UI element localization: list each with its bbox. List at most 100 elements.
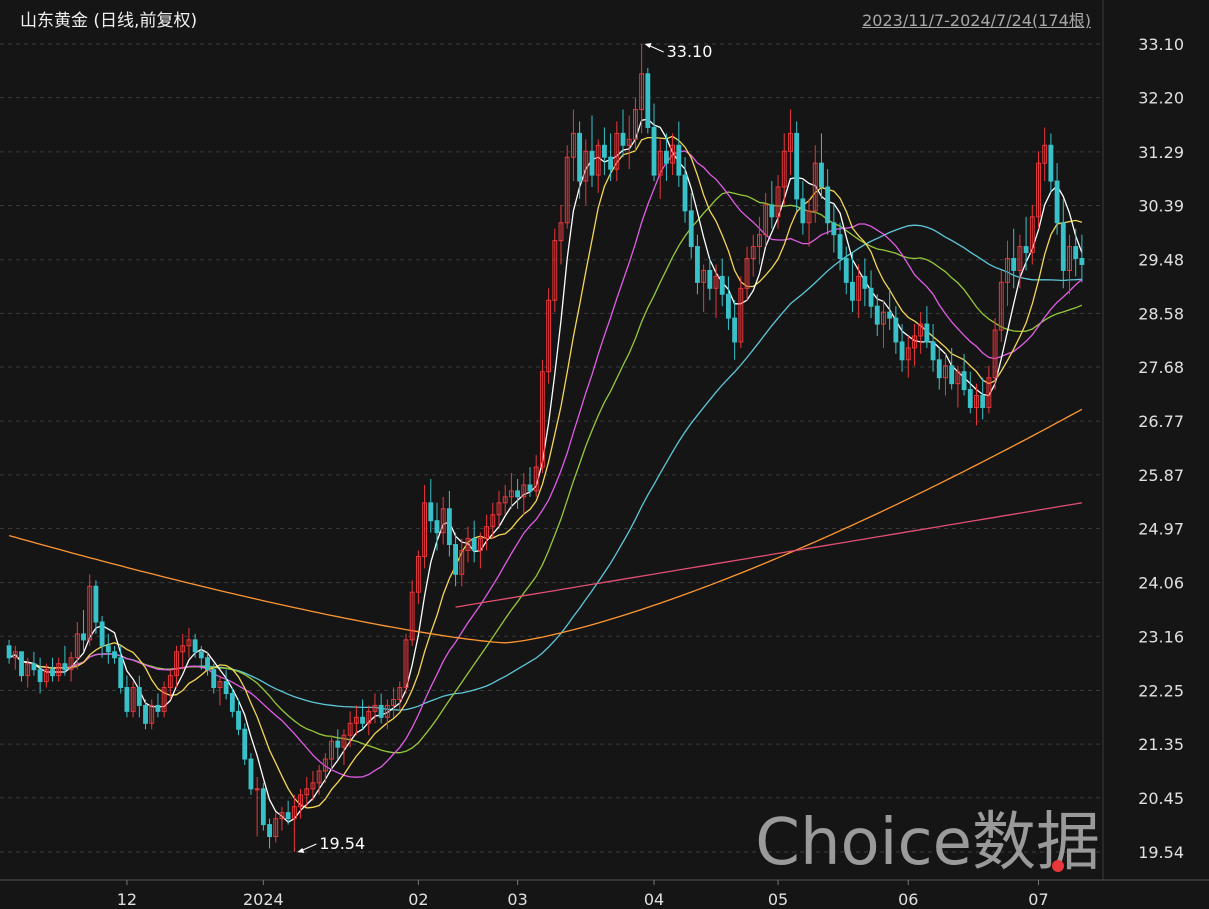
candle[interactable] (868, 270, 874, 319)
candle[interactable] (744, 246, 750, 301)
candle[interactable] (1048, 133, 1054, 193)
candle[interactable] (738, 276, 744, 348)
candle[interactable] (769, 181, 775, 229)
candle[interactable] (37, 657, 43, 694)
candle[interactable] (967, 371, 973, 414)
candle[interactable] (961, 353, 967, 396)
candle[interactable] (595, 139, 601, 193)
candle[interactable] (763, 192, 769, 247)
candle[interactable] (1042, 127, 1048, 182)
candle[interactable] (695, 234, 700, 295)
candle[interactable] (887, 288, 893, 331)
candle[interactable] (242, 723, 248, 766)
candle[interactable] (124, 675, 130, 718)
candle[interactable] (881, 300, 886, 348)
candle[interactable] (273, 812, 279, 843)
candle[interactable] (254, 776, 260, 837)
candle[interactable] (428, 478, 434, 533)
candle[interactable] (31, 651, 37, 676)
candle[interactable] (353, 705, 359, 736)
candle[interactable] (701, 264, 707, 313)
candle[interactable] (99, 616, 105, 658)
candle[interactable] (905, 335, 911, 378)
candle[interactable] (453, 532, 459, 587)
candle[interactable] (130, 681, 136, 718)
candle[interactable] (341, 729, 347, 766)
candle[interactable] (118, 645, 124, 694)
candle[interactable] (415, 550, 421, 605)
candle[interactable] (471, 520, 477, 563)
candle[interactable] (645, 67, 651, 134)
candle[interactable] (329, 735, 334, 771)
candle[interactable] (459, 538, 465, 587)
candle[interactable] (825, 169, 831, 235)
candle[interactable] (397, 681, 403, 712)
candle[interactable] (546, 288, 552, 384)
candle[interactable] (279, 806, 285, 831)
candle[interactable] (800, 181, 806, 235)
candle[interactable] (149, 699, 155, 730)
candle[interactable] (496, 490, 502, 527)
candle[interactable] (837, 222, 843, 271)
candle[interactable] (812, 145, 818, 223)
candle[interactable] (1073, 228, 1079, 277)
candle[interactable] (1079, 234, 1085, 283)
candle[interactable] (267, 818, 272, 849)
candle[interactable] (918, 312, 924, 354)
candle[interactable] (81, 610, 86, 652)
candle[interactable] (1060, 198, 1066, 289)
candle[interactable] (6, 639, 12, 664)
candle[interactable] (688, 192, 694, 259)
candle[interactable] (552, 228, 558, 313)
candle[interactable] (912, 324, 917, 366)
candle[interactable] (998, 270, 1004, 342)
candle[interactable] (484, 514, 490, 551)
candle[interactable] (651, 103, 657, 182)
candle[interactable] (924, 306, 930, 348)
candle[interactable] (899, 324, 905, 372)
candle[interactable] (862, 258, 868, 307)
candle[interactable] (632, 97, 638, 152)
candle[interactable] (260, 782, 266, 831)
candle[interactable] (391, 687, 396, 718)
candle[interactable] (719, 258, 725, 307)
candle[interactable] (831, 204, 837, 253)
candle[interactable] (608, 133, 614, 182)
candle[interactable] (986, 365, 992, 414)
candle[interactable] (601, 127, 607, 176)
candle[interactable] (161, 681, 167, 718)
candle[interactable] (750, 234, 756, 277)
candle[interactable] (56, 657, 62, 682)
candle[interactable] (105, 633, 111, 664)
candle[interactable] (757, 216, 762, 265)
candle[interactable] (384, 699, 390, 730)
candle[interactable] (936, 347, 942, 390)
candle[interactable] (676, 121, 682, 188)
candle[interactable] (223, 669, 229, 700)
candle[interactable] (19, 651, 24, 682)
candle[interactable] (477, 532, 483, 569)
candle[interactable] (570, 109, 576, 182)
candle[interactable] (1029, 204, 1035, 265)
candle[interactable] (1023, 216, 1029, 271)
candle[interactable] (378, 693, 384, 724)
candle[interactable] (434, 502, 440, 551)
candle[interactable] (726, 276, 731, 331)
candle[interactable] (980, 377, 986, 420)
candle[interactable] (180, 633, 186, 670)
candle[interactable] (508, 473, 514, 509)
candle[interactable] (335, 729, 341, 760)
candlestick-chart[interactable]: 33.10 19.54 33.10 32.20 31.29 30.39 29.48 28.5… (0, 0, 1209, 909)
candle[interactable] (626, 115, 632, 170)
candle[interactable] (347, 711, 353, 748)
candle[interactable] (657, 139, 663, 199)
candle[interactable] (1017, 234, 1023, 289)
candle[interactable] (564, 145, 570, 229)
candle[interactable] (577, 121, 583, 199)
candle[interactable] (930, 324, 936, 372)
candle[interactable] (533, 455, 539, 497)
candle[interactable] (589, 115, 595, 188)
candle[interactable] (502, 484, 508, 515)
candle[interactable] (943, 353, 948, 396)
candle[interactable] (794, 121, 800, 211)
